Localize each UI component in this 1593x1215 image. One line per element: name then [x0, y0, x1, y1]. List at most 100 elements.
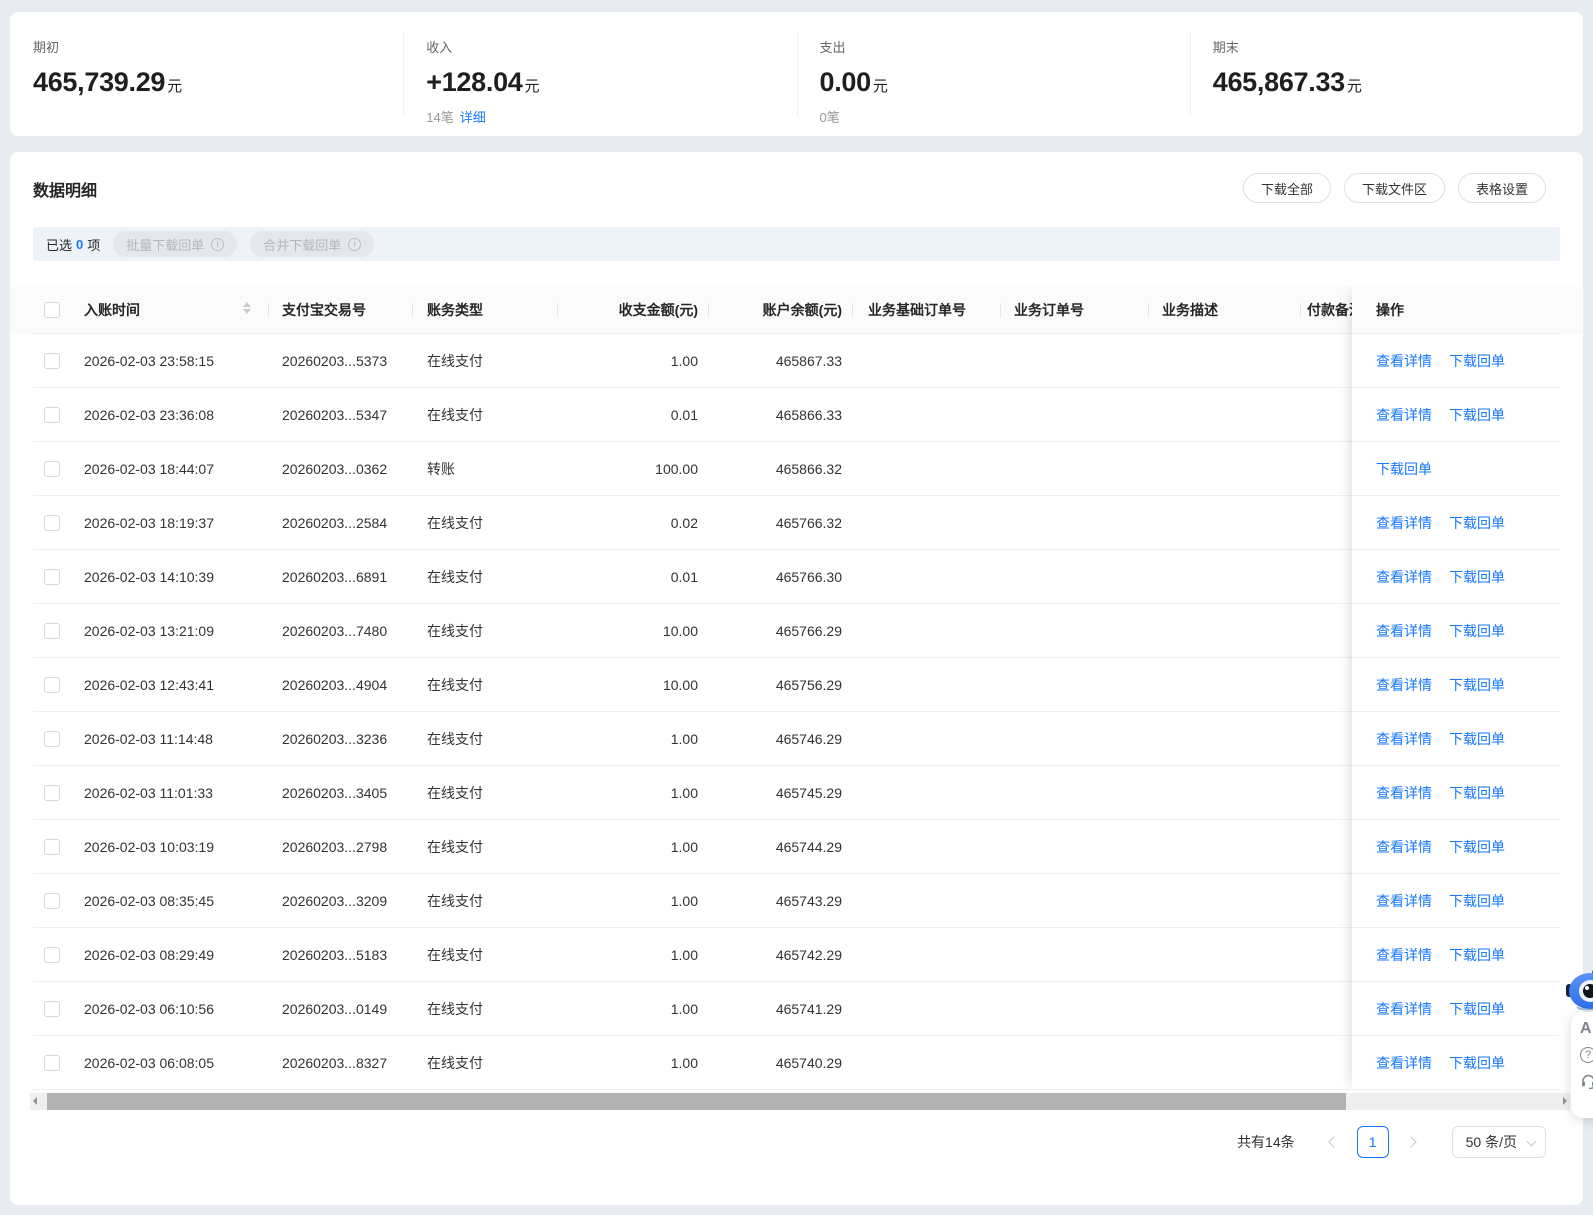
data-detail-panel: 数据明细 下载全部 下载文件区 表格设置 已选 0 项 批量下载回单 i 合并下…: [10, 152, 1583, 1205]
row-checkbox[interactable]: [44, 677, 60, 693]
view-detail-link[interactable]: 查看详情: [1376, 982, 1432, 1036]
next-page-button[interactable]: [1401, 1130, 1425, 1154]
view-detail-link[interactable]: 查看详情: [1376, 928, 1432, 982]
download-receipt-link[interactable]: 下载回单: [1449, 658, 1505, 712]
download-receipt-link[interactable]: 下载回单: [1376, 442, 1432, 496]
cell-account-type: 在线支付: [427, 874, 483, 928]
horizontal-scrollbar[interactable]: [30, 1093, 1570, 1110]
download-receipt-link[interactable]: 下载回单: [1449, 388, 1505, 442]
download-receipt-link[interactable]: 下载回单: [1449, 874, 1505, 928]
view-detail-link[interactable]: 查看详情: [1376, 874, 1432, 928]
assistant-panel: A ?: [1571, 1012, 1593, 1118]
sort-carets-icon[interactable]: [242, 302, 252, 314]
view-detail-link[interactable]: 查看详情: [1376, 712, 1432, 766]
headset-icon[interactable]: [1580, 1072, 1593, 1093]
row-checkbox[interactable]: [44, 839, 60, 855]
row-actions: 查看详情下载回单: [1352, 496, 1583, 550]
col-entry-time[interactable]: 入账时间: [84, 287, 140, 334]
total-count-label: 共有14条: [1237, 1132, 1295, 1152]
download-receipt-link[interactable]: 下载回单: [1449, 334, 1505, 388]
help-icon[interactable]: ?: [1580, 1047, 1593, 1063]
select-all-checkbox[interactable]: [44, 302, 60, 318]
cell-balance: 465756.29: [702, 658, 842, 712]
view-detail-link[interactable]: 查看详情: [1376, 1036, 1432, 1090]
table-row: 2026-02-03 06:10:56 20260203...0149 在线支付…: [10, 982, 1583, 1036]
row-actions: 查看详情下载回单: [1352, 874, 1583, 928]
page-size-select[interactable]: 50 条/页: [1452, 1126, 1546, 1158]
download-receipt-link[interactable]: 下载回单: [1449, 820, 1505, 874]
cell-account-type: 在线支付: [427, 712, 483, 766]
view-detail-link[interactable]: 查看详情: [1376, 766, 1432, 820]
income-detail-link[interactable]: 详细: [460, 110, 486, 125]
view-detail-link[interactable]: 查看详情: [1376, 550, 1432, 604]
cell-balance: 465766.32: [702, 496, 842, 550]
download-receipt-link[interactable]: 下载回单: [1449, 766, 1505, 820]
unit-label: 元: [167, 78, 182, 95]
download-receipt-link[interactable]: 下载回单: [1449, 550, 1505, 604]
row-actions: 查看详情下载回单: [1352, 334, 1583, 388]
cell-entry-time: 2026-02-03 12:43:41: [84, 658, 214, 712]
row-checkbox[interactable]: [44, 947, 60, 963]
merge-download-receipt-button[interactable]: 合并下载回单 i: [250, 231, 374, 257]
row-checkbox[interactable]: [44, 461, 60, 477]
cell-transaction-id: 20260203...3209: [282, 874, 387, 928]
cell-transaction-id: 20260203...0149: [282, 982, 387, 1036]
table-row: 2026-02-03 13:21:09 20260203...7480 在线支付…: [10, 604, 1583, 658]
view-detail-link[interactable]: 查看详情: [1376, 496, 1432, 550]
row-checkbox[interactable]: [44, 623, 60, 639]
view-detail-link[interactable]: 查看详情: [1376, 388, 1432, 442]
cell-amount: 1.00: [548, 1036, 698, 1090]
batch-download-receipt-button[interactable]: 批量下载回单 i: [113, 231, 237, 257]
row-checkbox[interactable]: [44, 515, 60, 531]
cell-account-type: 在线支付: [427, 388, 483, 442]
cell-account-type: 在线支付: [427, 766, 483, 820]
download-receipt-link[interactable]: 下载回单: [1449, 982, 1505, 1036]
row-checkbox[interactable]: [44, 407, 60, 423]
download-receipt-link[interactable]: 下载回单: [1449, 604, 1505, 658]
row-checkbox[interactable]: [44, 353, 60, 369]
view-detail-link[interactable]: 查看详情: [1376, 604, 1432, 658]
download-all-button[interactable]: 下载全部: [1243, 173, 1331, 203]
cell-amount: 1.00: [548, 712, 698, 766]
robot-assistant-icon[interactable]: [1566, 964, 1593, 1010]
cell-transaction-id: 20260203...5373: [282, 334, 387, 388]
row-checkbox[interactable]: [44, 785, 60, 801]
row-checkbox[interactable]: [44, 1055, 60, 1071]
cell-transaction-id: 20260203...4904: [282, 658, 387, 712]
table-settings-button[interactable]: 表格设置: [1458, 173, 1546, 203]
cell-balance: 465743.29: [702, 874, 842, 928]
download-receipt-link[interactable]: 下载回单: [1449, 1036, 1505, 1090]
row-actions: 查看详情下载回单: [1352, 820, 1583, 874]
cell-account-type: 转账: [427, 442, 455, 496]
view-detail-link[interactable]: 查看详情: [1376, 334, 1432, 388]
cell-amount: 10.00: [548, 604, 698, 658]
col-order-id: 业务订单号: [1014, 287, 1084, 334]
summary-value: 465,867.33元: [1213, 67, 1583, 98]
col-base-order-id: 业务基础订单号: [868, 287, 966, 334]
cell-transaction-id: 20260203...2798: [282, 820, 387, 874]
table-row: 2026-02-03 11:01:33 20260203...3405 在线支付…: [10, 766, 1583, 820]
row-actions: 查看详情下载回单: [1352, 388, 1583, 442]
scroll-right-icon[interactable]: [1563, 1097, 1567, 1105]
assistant-a-icon[interactable]: A: [1580, 1020, 1592, 1038]
view-detail-link[interactable]: 查看详情: [1376, 658, 1432, 712]
row-checkbox[interactable]: [44, 569, 60, 585]
download-receipt-link[interactable]: 下载回单: [1449, 496, 1505, 550]
current-page-button[interactable]: 1: [1357, 1126, 1389, 1158]
row-checkbox[interactable]: [44, 893, 60, 909]
cell-amount: 0.01: [548, 388, 698, 442]
row-actions: 下载回单: [1352, 442, 1583, 496]
summary-opening-balance: 期初 465,739.29元: [10, 12, 403, 136]
cell-balance: 465866.32: [702, 442, 842, 496]
row-checkbox[interactable]: [44, 1001, 60, 1017]
prev-page-button[interactable]: [1321, 1130, 1345, 1154]
scrollbar-thumb[interactable]: [47, 1093, 1346, 1110]
download-receipt-link[interactable]: 下载回单: [1449, 712, 1505, 766]
download-file-area-button[interactable]: 下载文件区: [1344, 173, 1445, 203]
scroll-left-icon[interactable]: [33, 1097, 37, 1105]
view-detail-link[interactable]: 查看详情: [1376, 820, 1432, 874]
download-receipt-link[interactable]: 下载回单: [1449, 928, 1505, 982]
cell-transaction-id: 20260203...5347: [282, 388, 387, 442]
row-checkbox[interactable]: [44, 731, 60, 747]
selected-prefix: 已选: [46, 235, 72, 254]
